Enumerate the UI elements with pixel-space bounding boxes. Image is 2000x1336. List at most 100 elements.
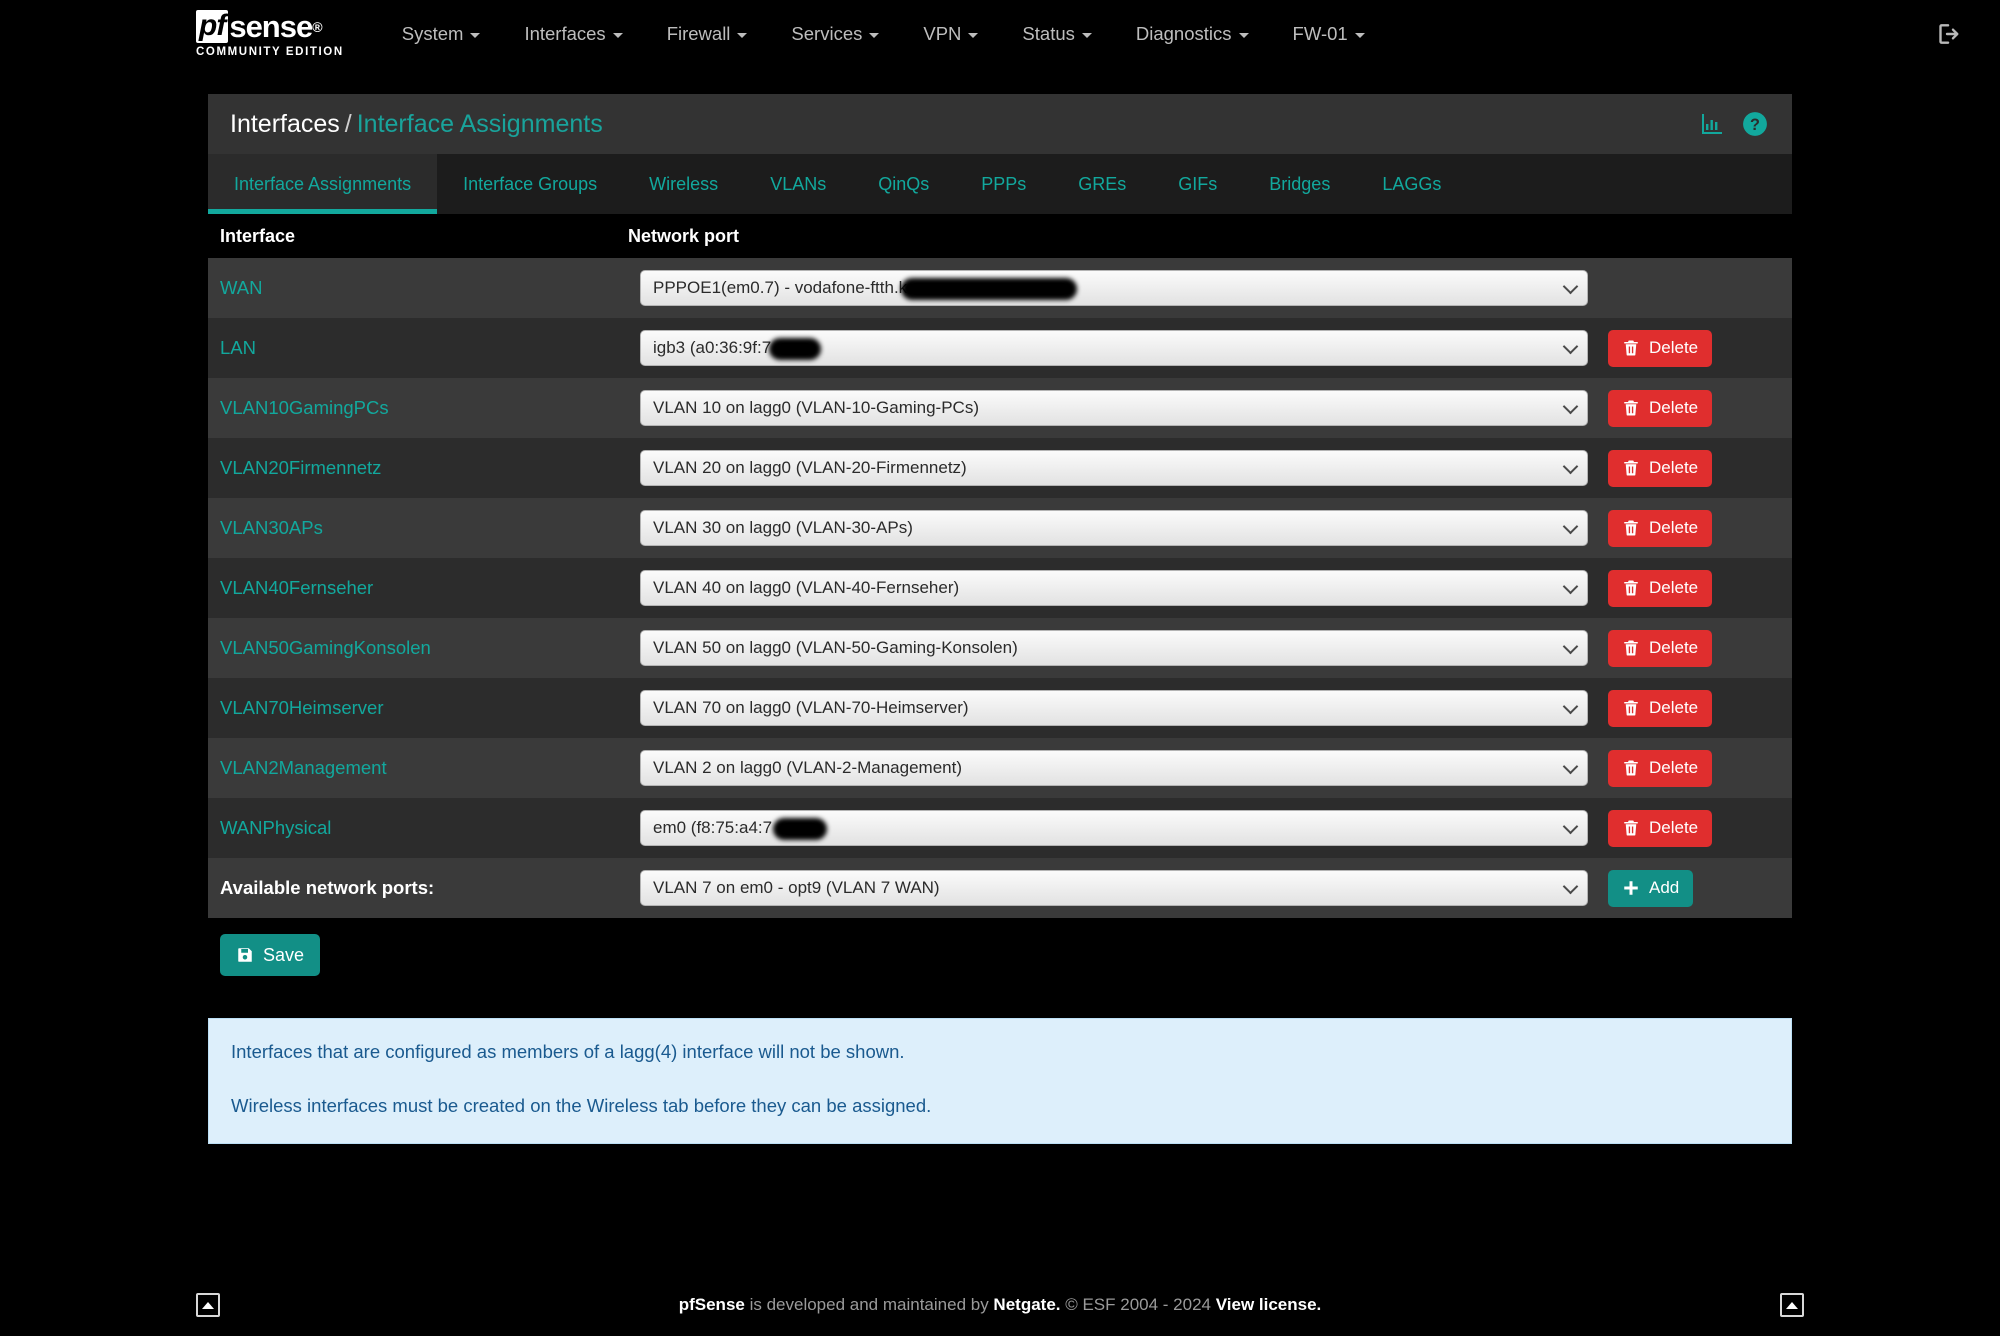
tab-bridges[interactable]: Bridges (1243, 154, 1356, 214)
chevron-down-icon (1562, 338, 1579, 355)
delete-button-label: Delete (1649, 398, 1699, 417)
tab-gres[interactable]: GREs (1052, 154, 1152, 214)
nav-item-status[interactable]: Status (1000, 0, 1113, 68)
scroll-top-right-button[interactable] (1780, 1293, 1804, 1317)
interface-name-link[interactable]: VLAN30APs (220, 517, 640, 539)
svg-text:?: ? (1750, 116, 1760, 134)
delete-button[interactable]: Delete (1608, 689, 1713, 727)
nav-menu: System Interfaces Firewall Services VPN … (380, 0, 1387, 68)
table-row: WANPhysical em0 (f8:75:a4:7 Delete (208, 798, 1792, 858)
tab-interface-groups-label: Interface Groups (463, 173, 598, 194)
footer-netgate-link[interactable]: Netgate. (993, 1295, 1060, 1314)
logout-icon[interactable] (1934, 21, 1960, 47)
breadcrumb-separator: / (344, 109, 352, 138)
network-port-select[interactable]: VLAN 2 on lagg0 (VLAN-2-Management) (640, 750, 1588, 786)
nav-item-interfaces[interactable]: Interfaces (502, 0, 644, 68)
tab-ppps[interactable]: PPPs (955, 154, 1052, 214)
network-port-value: PPPOE1(em0.7) - vodafone-ftth.kom (653, 278, 931, 297)
delete-button[interactable]: Delete (1608, 389, 1713, 427)
network-port-select[interactable]: VLAN 70 on lagg0 (VLAN-70-Heimserver) (640, 690, 1588, 726)
network-port-select[interactable]: VLAN 10 on lagg0 (VLAN-10-Gaming-PCs) (640, 390, 1588, 426)
add-button[interactable]: Add (1608, 869, 1694, 907)
interface-name-link[interactable]: WAN (220, 277, 640, 299)
alert-line-2: Wireless interfaces must be created on t… (231, 1095, 932, 1116)
tab-interface-assignments[interactable]: Interface Assignments (208, 154, 438, 214)
network-port-select[interactable]: VLAN 40 on lagg0 (VLAN-40-Fernseher) (640, 570, 1588, 606)
interface-name-link[interactable]: VLAN20Firmennetz (220, 457, 640, 479)
table-body: WAN PPPOE1(em0.7) - vodafone-ftth.kom LAN i… (208, 258, 1792, 918)
delete-button[interactable]: Delete (1608, 629, 1713, 667)
tab-laggs-label: LAGGs (1382, 173, 1442, 194)
chevron-down-icon (1562, 398, 1579, 415)
nav-item-services[interactable]: Services (769, 0, 901, 68)
network-port-value: VLAN 40 on lagg0 (VLAN-40-Fernseher) (653, 578, 960, 597)
interface-name-link[interactable]: VLAN10GamingPCs (220, 397, 640, 419)
tab-wireless[interactable]: Wireless (623, 154, 744, 214)
help-icon[interactable]: ? (1742, 111, 1768, 137)
plus-icon (1624, 881, 1638, 895)
interface-name-link[interactable]: VLAN50GamingKonsolen (220, 637, 640, 659)
nav-item-vpn-label: VPN (923, 23, 962, 44)
network-port-select[interactable]: VLAN 30 on lagg0 (VLAN-30-APs) (640, 510, 1588, 546)
delete-button[interactable]: Delete (1608, 809, 1713, 847)
save-button[interactable]: Save (220, 934, 321, 976)
pfsense-logo[interactable]: pf sense ® COMMUNITY EDITION (196, 10, 344, 58)
table-row: LAN igb3 (a0:36:9f:7 Delete (208, 318, 1792, 378)
network-port-select[interactable]: VLAN 50 on lagg0 (VLAN-50-Gaming-Konsole… (640, 630, 1588, 666)
delete-button-label: Delete (1649, 578, 1699, 597)
chevron-down-icon (1562, 458, 1579, 475)
interface-name-link[interactable]: LAN (220, 337, 640, 359)
nav-item-fw01[interactable]: FW-01 (1271, 0, 1387, 68)
chevron-down-icon (1562, 878, 1579, 895)
alert-line-1: Interfaces that are configured as member… (231, 1041, 905, 1062)
tab-gifs-label: GIFs (1178, 173, 1218, 194)
chevron-down-icon (968, 32, 979, 38)
tab-laggs[interactable]: LAGGs (1356, 154, 1467, 214)
delete-button[interactable]: Delete (1608, 329, 1713, 367)
interface-name-link[interactable]: VLAN40Fernseher (220, 577, 640, 599)
chevron-down-icon (1562, 818, 1579, 835)
tab-interface-groups[interactable]: Interface Groups (437, 154, 623, 214)
delete-button[interactable]: Delete (1608, 509, 1713, 547)
nav-item-diagnostics[interactable]: Diagnostics (1114, 0, 1271, 68)
network-port-value: VLAN 20 on lagg0 (VLAN-20-Firmennetz) (653, 458, 967, 477)
network-port-value: VLAN 10 on lagg0 (VLAN-10-Gaming-PCs) (653, 398, 979, 417)
chevron-down-icon (1562, 758, 1579, 775)
breadcrumb-root[interactable]: Interfaces (230, 110, 340, 138)
footer-brand: pfSense (678, 1295, 745, 1314)
chart-icon[interactable] (1700, 112, 1724, 136)
delete-button[interactable]: Delete (1608, 749, 1713, 787)
navbar-right (1934, 0, 1960, 68)
network-port-select[interactable]: em0 (f8:75:a4:7 (640, 810, 1588, 846)
available-port-select[interactable]: VLAN 7 on em0 - opt9 (VLAN 7 WAN) (640, 870, 1588, 906)
tab-gifs[interactable]: GIFs (1152, 154, 1243, 214)
nav-item-firewall[interactable]: Firewall (645, 0, 770, 68)
network-port-value: em0 (f8:75:a4:7 (653, 818, 773, 837)
chevron-down-icon (1238, 32, 1249, 38)
chevron-down-icon (1562, 278, 1579, 295)
table-row: VLAN2Management VLAN 2 on lagg0 (VLAN-2-M… (208, 738, 1792, 798)
interface-name-link[interactable]: VLAN70Heimserver (220, 697, 640, 719)
row-controls: VLAN 10 on lagg0 (VLAN-10-Gaming-PCs) Del… (640, 389, 1792, 427)
scroll-top-left-button[interactable] (196, 1293, 220, 1317)
network-port-select[interactable]: VLAN 20 on lagg0 (VLAN-20-Firmennetz) (640, 450, 1588, 486)
tab-ppps-label: PPPs (981, 173, 1027, 194)
network-port-select[interactable]: igb3 (a0:36:9f:7 (640, 330, 1588, 366)
tab-qinqs[interactable]: QinQs (852, 154, 955, 214)
delete-button[interactable]: Delete (1608, 569, 1713, 607)
nav-item-vpn[interactable]: VPN (901, 0, 1000, 68)
nav-item-system[interactable]: System (380, 0, 503, 68)
table-row: VLAN20Firmennetz VLAN 20 on lagg0 (VLAN-2… (208, 438, 1792, 498)
info-alert: Interfaces that are configured as member… (208, 1018, 1792, 1144)
delete-button[interactable]: Delete (1608, 449, 1713, 487)
redaction-bar (901, 278, 1077, 300)
delete-button-label: Delete (1649, 518, 1699, 537)
tab-vlans[interactable]: VLANs (744, 154, 852, 214)
chevron-down-icon (737, 32, 748, 38)
footer-license-link[interactable]: View license. (1216, 1295, 1322, 1314)
interface-name-link[interactable]: VLAN2Management (220, 757, 640, 779)
row-controls: em0 (f8:75:a4:7 Delete (640, 809, 1792, 847)
network-port-select[interactable]: PPPOE1(em0.7) - vodafone-ftth.kom (640, 270, 1588, 306)
network-port-value: VLAN 30 on lagg0 (VLAN-30-APs) (653, 518, 913, 537)
interface-name-link[interactable]: WANPhysical (220, 817, 640, 839)
